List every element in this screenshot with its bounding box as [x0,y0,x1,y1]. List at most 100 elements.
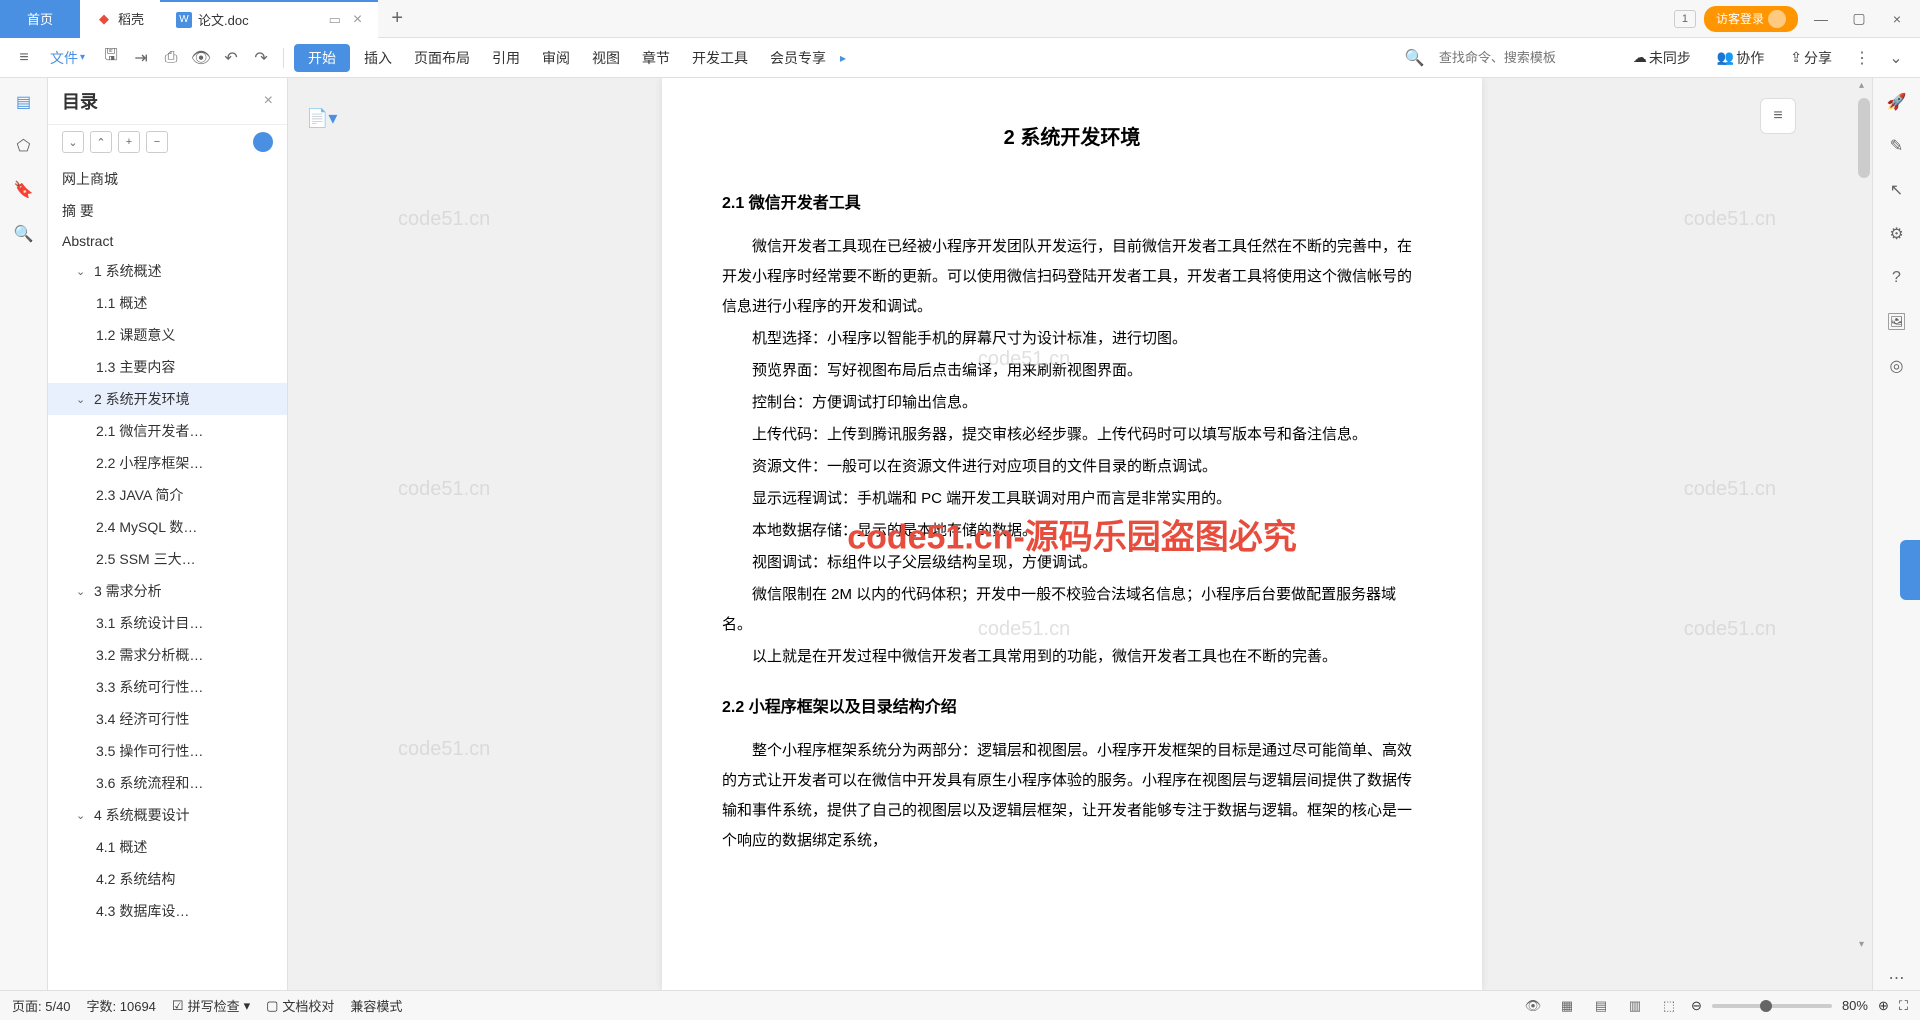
word-count[interactable]: 字数: 10694 [87,996,156,1015]
view-outline-icon[interactable]: ▥ [1623,994,1647,1018]
tab-reference[interactable]: 引用 [484,44,528,72]
share-button[interactable]: ⇪ 分享 [1782,44,1840,72]
toc-badge-icon[interactable] [253,132,273,152]
target-icon[interactable]: ◎ [1885,354,1909,378]
toc-add-icon[interactable]: + [118,131,140,153]
menu-icon[interactable]: ≡ [12,46,36,70]
toc-item[interactable]: 1.1 概述 [48,287,287,319]
scrollbar-thumb[interactable] [1858,98,1870,178]
page-indicator[interactable]: 页面: 5/40 [12,996,71,1015]
toc-item[interactable]: ⌄4 系统概要设计 [48,799,287,831]
collapse-ribbon-icon[interactable]: ⌄ [1884,46,1908,70]
page-icon[interactable]: 📄▾ [306,108,337,129]
toc-item[interactable]: 3.4 经济可行性 [48,703,287,735]
document-viewport[interactable]: 📄▾ ≡ code51.cn code51.cn code51.cn code5… [288,78,1856,990]
view-web-icon[interactable]: ▤ [1589,994,1613,1018]
sidebar-close-icon[interactable]: × [264,92,273,110]
toc-expand-icon[interactable]: ⌃ [90,131,112,153]
cursor-icon[interactable]: ↖ [1885,178,1909,202]
toc-item[interactable]: 3.3 系统可行性… [48,671,287,703]
window-close-icon[interactable]: × [1882,4,1912,34]
toc-remove-icon[interactable]: − [146,131,168,153]
vertical-scrollbar[interactable]: ▴ ▾ [1856,78,1872,990]
toc-item[interactable]: ⌄2 系统开发环境 [48,383,287,415]
toc-item[interactable]: 4.3 数据库设… [48,895,287,927]
pin-button[interactable]: ≡ [1760,98,1796,134]
tab-add-button[interactable]: + [378,7,416,30]
view-page-icon[interactable]: ▦ [1555,994,1579,1018]
more-icon[interactable]: ⋮ [1850,46,1874,70]
tab-view[interactable]: 视图 [584,44,628,72]
toc-item[interactable]: 2.2 小程序框架… [48,447,287,479]
tab-chapter[interactable]: 章节 [634,44,678,72]
print-icon[interactable]: ⎙ [159,46,183,70]
sync-button[interactable]: ☁ 未同步 [1625,44,1699,72]
fit-icon[interactable]: ⛶ [1899,998,1908,1014]
toc-item[interactable]: 3.5 操作可行性… [48,735,287,767]
scroll-down-icon[interactable]: ▾ [1859,939,1864,950]
tab-start[interactable]: 开始 [294,44,350,72]
view-reading-icon[interactable]: 👁 [1521,994,1545,1018]
proofread-button[interactable]: ▢ 文档校对 [266,996,334,1015]
rocket-icon[interactable]: 🚀 [1885,90,1909,114]
zoom-level[interactable]: 80% [1842,998,1868,1013]
zoom-out-icon[interactable]: ⊖ [1691,998,1702,1014]
window-minimize-icon[interactable]: — [1806,4,1836,34]
side-handle[interactable] [1900,540,1920,600]
toc-item[interactable]: 2.4 MySQL 数… [48,511,287,543]
coop-button[interactable]: 👥 协作 [1709,44,1772,72]
compat-mode[interactable]: 兼容模式 [350,996,402,1015]
tab-window-icon[interactable]: ▭ [329,12,341,28]
dots-icon[interactable]: ⋯ [1885,966,1909,990]
tab-docke[interactable]: ◆ 稻壳 [80,0,160,38]
help-icon[interactable]: ? [1885,266,1909,290]
tab-review[interactable]: 审阅 [534,44,578,72]
tab-close-icon[interactable]: × [353,11,362,29]
outline-icon[interactable]: ▤ [12,90,36,114]
counter-icon[interactable]: 1 [1674,10,1696,28]
toc-item[interactable]: Abstract [48,227,287,255]
tab-layout[interactable]: 页面布局 [406,44,478,72]
undo-icon[interactable]: ↶ [219,46,243,70]
toc-item[interactable]: 2.3 JAVA 简介 [48,479,287,511]
toc-item[interactable]: 1.2 课题意义 [48,319,287,351]
shape-icon[interactable]: ⬠ [12,134,36,158]
toc-item[interactable]: 3.2 需求分析概… [48,639,287,671]
tab-insert[interactable]: 插入 [356,44,400,72]
search-panel-icon[interactable]: 🔍 [12,222,36,246]
view-fullwidth-icon[interactable]: ⬚ [1657,994,1681,1018]
image-icon[interactable]: 🖼 [1885,310,1909,334]
toc-item[interactable]: 3.1 系统设计目… [48,607,287,639]
save-icon[interactable]: 🖫 [99,46,123,70]
search-input[interactable] [1435,46,1615,69]
window-maximize-icon[interactable]: ▢ [1844,4,1874,34]
spellcheck-button[interactable]: ☑ 拼写检查 ▾ [172,996,250,1015]
toc-item[interactable]: 2.1 微信开发者… [48,415,287,447]
export-icon[interactable]: ⇥ [129,46,153,70]
pencil-icon[interactable]: ✎ [1885,134,1909,158]
redo-icon[interactable]: ↷ [249,46,273,70]
tab-member[interactable]: 会员专享 [762,44,834,72]
bookmark-icon[interactable]: 🔖 [12,178,36,202]
toc-item[interactable]: 3.6 系统流程和… [48,767,287,799]
toc-collapse-icon[interactable]: ⌄ [62,131,84,153]
zoom-slider[interactable] [1712,1004,1832,1008]
tab-home[interactable]: 首页 [0,0,80,38]
toc-item[interactable]: 4.1 概述 [48,831,287,863]
scroll-up-icon[interactable]: ▴ [1859,80,1864,91]
toc-item[interactable]: 摘 要 [48,195,287,227]
toc-item[interactable]: 2.5 SSM 三大… [48,543,287,575]
settings-icon[interactable]: ⚙ [1885,222,1909,246]
zoom-thumb[interactable] [1760,1000,1772,1012]
login-button[interactable]: 访客登录 [1704,6,1798,32]
zoom-in-icon[interactable]: ⊕ [1878,998,1889,1014]
tab-devtool[interactable]: 开发工具 [684,44,756,72]
toc-item[interactable]: ⌄3 需求分析 [48,575,287,607]
toc-item[interactable]: 4.2 系统结构 [48,863,287,895]
toc-item[interactable]: ⌄1 系统概述 [48,255,287,287]
toc-item[interactable]: 1.3 主要内容 [48,351,287,383]
tab-document[interactable]: W 论文.doc ▭ × [160,0,378,38]
toc-item[interactable]: 网上商城 [48,163,287,195]
preview-icon[interactable]: 👁 [189,46,213,70]
more-indicator-icon[interactable]: ▸ [840,51,846,65]
